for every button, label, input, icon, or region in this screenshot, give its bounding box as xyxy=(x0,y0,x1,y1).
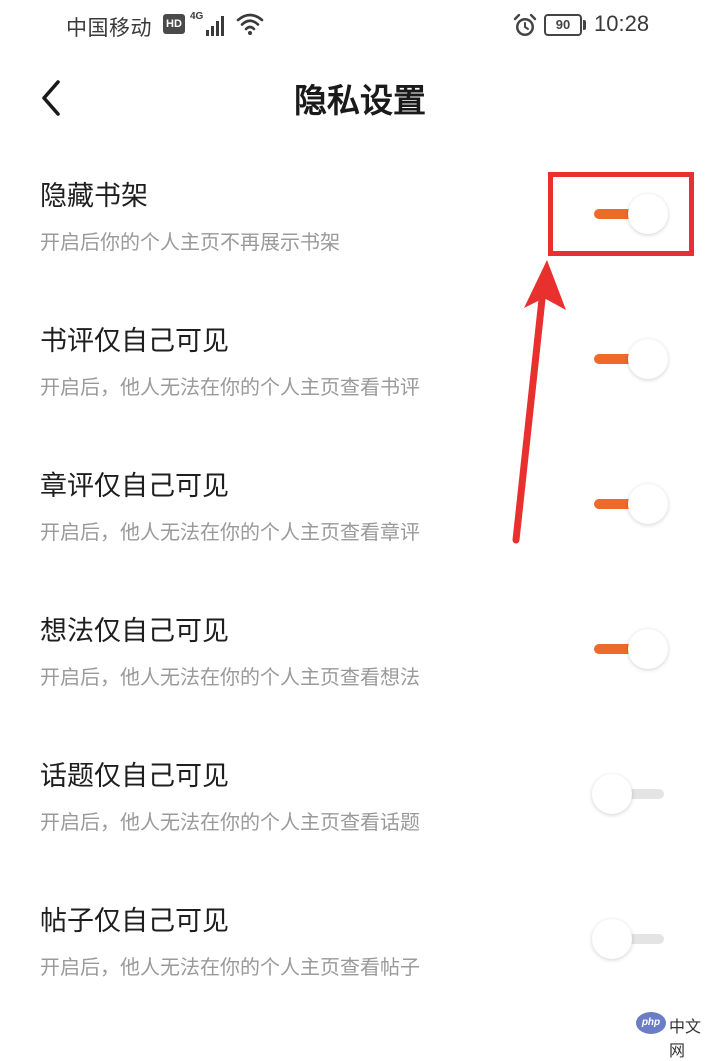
setting-description: 开启后，他人无法在你的个人主页查看书评 xyxy=(40,375,420,399)
setting-title: 帖子仅自己可见 xyxy=(40,906,229,937)
setting-book-reviews-private: 书评仅自己可见 开启后，他人无法在你的个人主页查看书评 xyxy=(0,313,720,458)
carrier-name: 中国移动 xyxy=(66,16,152,40)
setting-title: 想法仅自己可见 xyxy=(40,616,229,647)
chapter-reviews-private-toggle[interactable] xyxy=(590,480,670,528)
watermark: php 中文网 xyxy=(636,1010,716,1060)
setting-title: 隐藏书架 xyxy=(40,181,148,212)
battery-tip xyxy=(583,20,586,30)
setting-posts-private: 帖子仅自己可见 开启后，他人无法在你的个人主页查看帖子 xyxy=(0,893,720,1038)
toggle-knob xyxy=(628,339,668,379)
privacy-settings-list: 隐藏书架 开启后你的个人主页不再展示书架 书评仅自己可见 开启后，他人无法在你的… xyxy=(0,168,720,1038)
page-title: 隐私设置 xyxy=(294,81,426,120)
setting-topics-private: 话题仅自己可见 开启后，他人无法在你的个人主页查看话题 xyxy=(0,748,720,893)
thoughts-private-toggle[interactable] xyxy=(590,625,670,673)
toggle-knob xyxy=(592,774,632,814)
alarm-icon xyxy=(513,13,537,36)
setting-description: 开启后，他人无法在你的个人主页查看帖子 xyxy=(40,955,420,979)
setting-description: 开启后，他人无法在你的个人主页查看话题 xyxy=(40,810,420,834)
setting-description: 开启后，他人无法在你的个人主页查看章评 xyxy=(40,520,420,544)
setting-title: 话题仅自己可见 xyxy=(40,761,229,792)
clock: 10:28 xyxy=(594,11,650,36)
setting-title: 书评仅自己可见 xyxy=(40,326,229,357)
book-reviews-private-toggle[interactable] xyxy=(590,335,670,383)
setting-description: 开启后你的个人主页不再展示书架 xyxy=(40,230,340,254)
topics-private-toggle[interactable] xyxy=(590,770,670,818)
setting-thoughts-private: 想法仅自己可见 开启后，他人无法在你的个人主页查看想法 xyxy=(0,603,720,748)
posts-private-toggle[interactable] xyxy=(590,915,670,963)
annotation-arrow-icon xyxy=(512,260,566,544)
setting-title: 章评仅自己可见 xyxy=(40,471,229,502)
wifi-icon xyxy=(236,13,264,35)
network-type-label: 4G xyxy=(190,11,204,22)
hd-badge: HD xyxy=(163,14,185,34)
signal-icon: 4G xyxy=(190,11,230,36)
watermark-text: 中文网 xyxy=(669,1017,702,1060)
status-bar: 中国移动 HD 4G 90 10:28 xyxy=(0,0,720,54)
toggle-knob xyxy=(628,484,668,524)
annotation-highlight-box xyxy=(548,172,694,256)
battery-icon: 90 xyxy=(544,14,582,36)
toggle-knob xyxy=(592,919,632,959)
setting-description: 开启后，他人无法在你的个人主页查看想法 xyxy=(40,665,420,689)
setting-chapter-reviews-private: 章评仅自己可见 开启后，他人无法在你的个人主页查看章评 xyxy=(0,458,720,603)
toggle-knob xyxy=(628,629,668,669)
watermark-logo: php xyxy=(636,1012,666,1034)
